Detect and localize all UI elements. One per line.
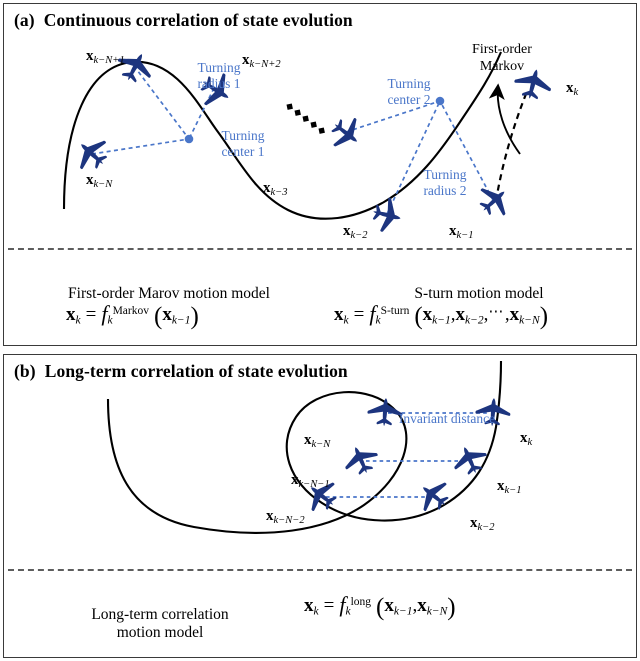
label-b-x-k-minus-N-2: xk−N−2 bbox=[266, 508, 305, 526]
label-b-x-k-minus-2: xk−2 bbox=[470, 515, 495, 533]
label-x-k-minus-2: xk−2 bbox=[343, 223, 368, 241]
panel-b-diagram bbox=[106, 360, 512, 534]
label-x-k-minus-N: xk−N bbox=[86, 172, 113, 190]
model-name-long-term: Long-term correlation motion model bbox=[91, 605, 229, 642]
model-name-s-turn: S-turn motion model bbox=[414, 284, 544, 302]
annotation-invariant-distance: Invariant distance bbox=[398, 411, 496, 426]
formula-first-order-markov: xk = fkMarkov (xk−1) bbox=[66, 301, 199, 330]
annotation-turning-radius-2: Turning radius 2 bbox=[423, 167, 467, 198]
formula-long-term: xk = fklong (xk−1,xk−N) bbox=[304, 592, 456, 621]
turning-center-1-dot bbox=[184, 134, 194, 144]
markov-link-dashed bbox=[494, 93, 528, 202]
panel-a-divider bbox=[8, 248, 632, 250]
label-b-x-k-minus-N-1: xk−N−1 bbox=[291, 472, 330, 490]
annotation-first-order-markov: First-order Markov bbox=[472, 42, 532, 74]
trajectory-ellipsis-marks bbox=[286, 103, 325, 134]
label-x-k: xk bbox=[566, 80, 579, 98]
annotation-turning-center-1: Turning center 1 bbox=[221, 128, 265, 159]
aircraft-x-k-minus-N-1 bbox=[339, 440, 383, 480]
panel-b-long-term-correlation: (b) Long-term correlation of state evolut… bbox=[3, 354, 637, 658]
model-name-first-order-markov: First-order Marov motion model bbox=[68, 284, 270, 302]
label-b-x-k: xk bbox=[520, 430, 533, 448]
aircraft-x-k-minus-3 bbox=[324, 110, 368, 156]
aircraft-x-k-minus-2 bbox=[412, 473, 456, 519]
label-x-k-minus-1: xk−1 bbox=[449, 223, 474, 241]
panel-a-continuous-correlation: (a) Continuous correlation of state evolu… bbox=[3, 3, 637, 346]
label-x-k-minus-N-plus-1: xk−N+1 bbox=[86, 48, 125, 66]
label-b-x-k-minus-N: xk−N bbox=[304, 432, 331, 450]
annotation-turning-radius-1: Turning radius 1 bbox=[197, 60, 241, 91]
panel-b-divider bbox=[8, 569, 632, 571]
aircraft-x-k-minus-N bbox=[68, 130, 116, 178]
formula-s-turn: xk = fkS-turn (xk−1,xk−2,⋯,xk−N) bbox=[334, 301, 549, 330]
annotation-turning-center-2: Turning center 2 bbox=[387, 76, 431, 107]
label-x-k-minus-3: xk−3 bbox=[263, 180, 288, 198]
label-b-x-k-minus-1: xk−1 bbox=[497, 478, 522, 496]
